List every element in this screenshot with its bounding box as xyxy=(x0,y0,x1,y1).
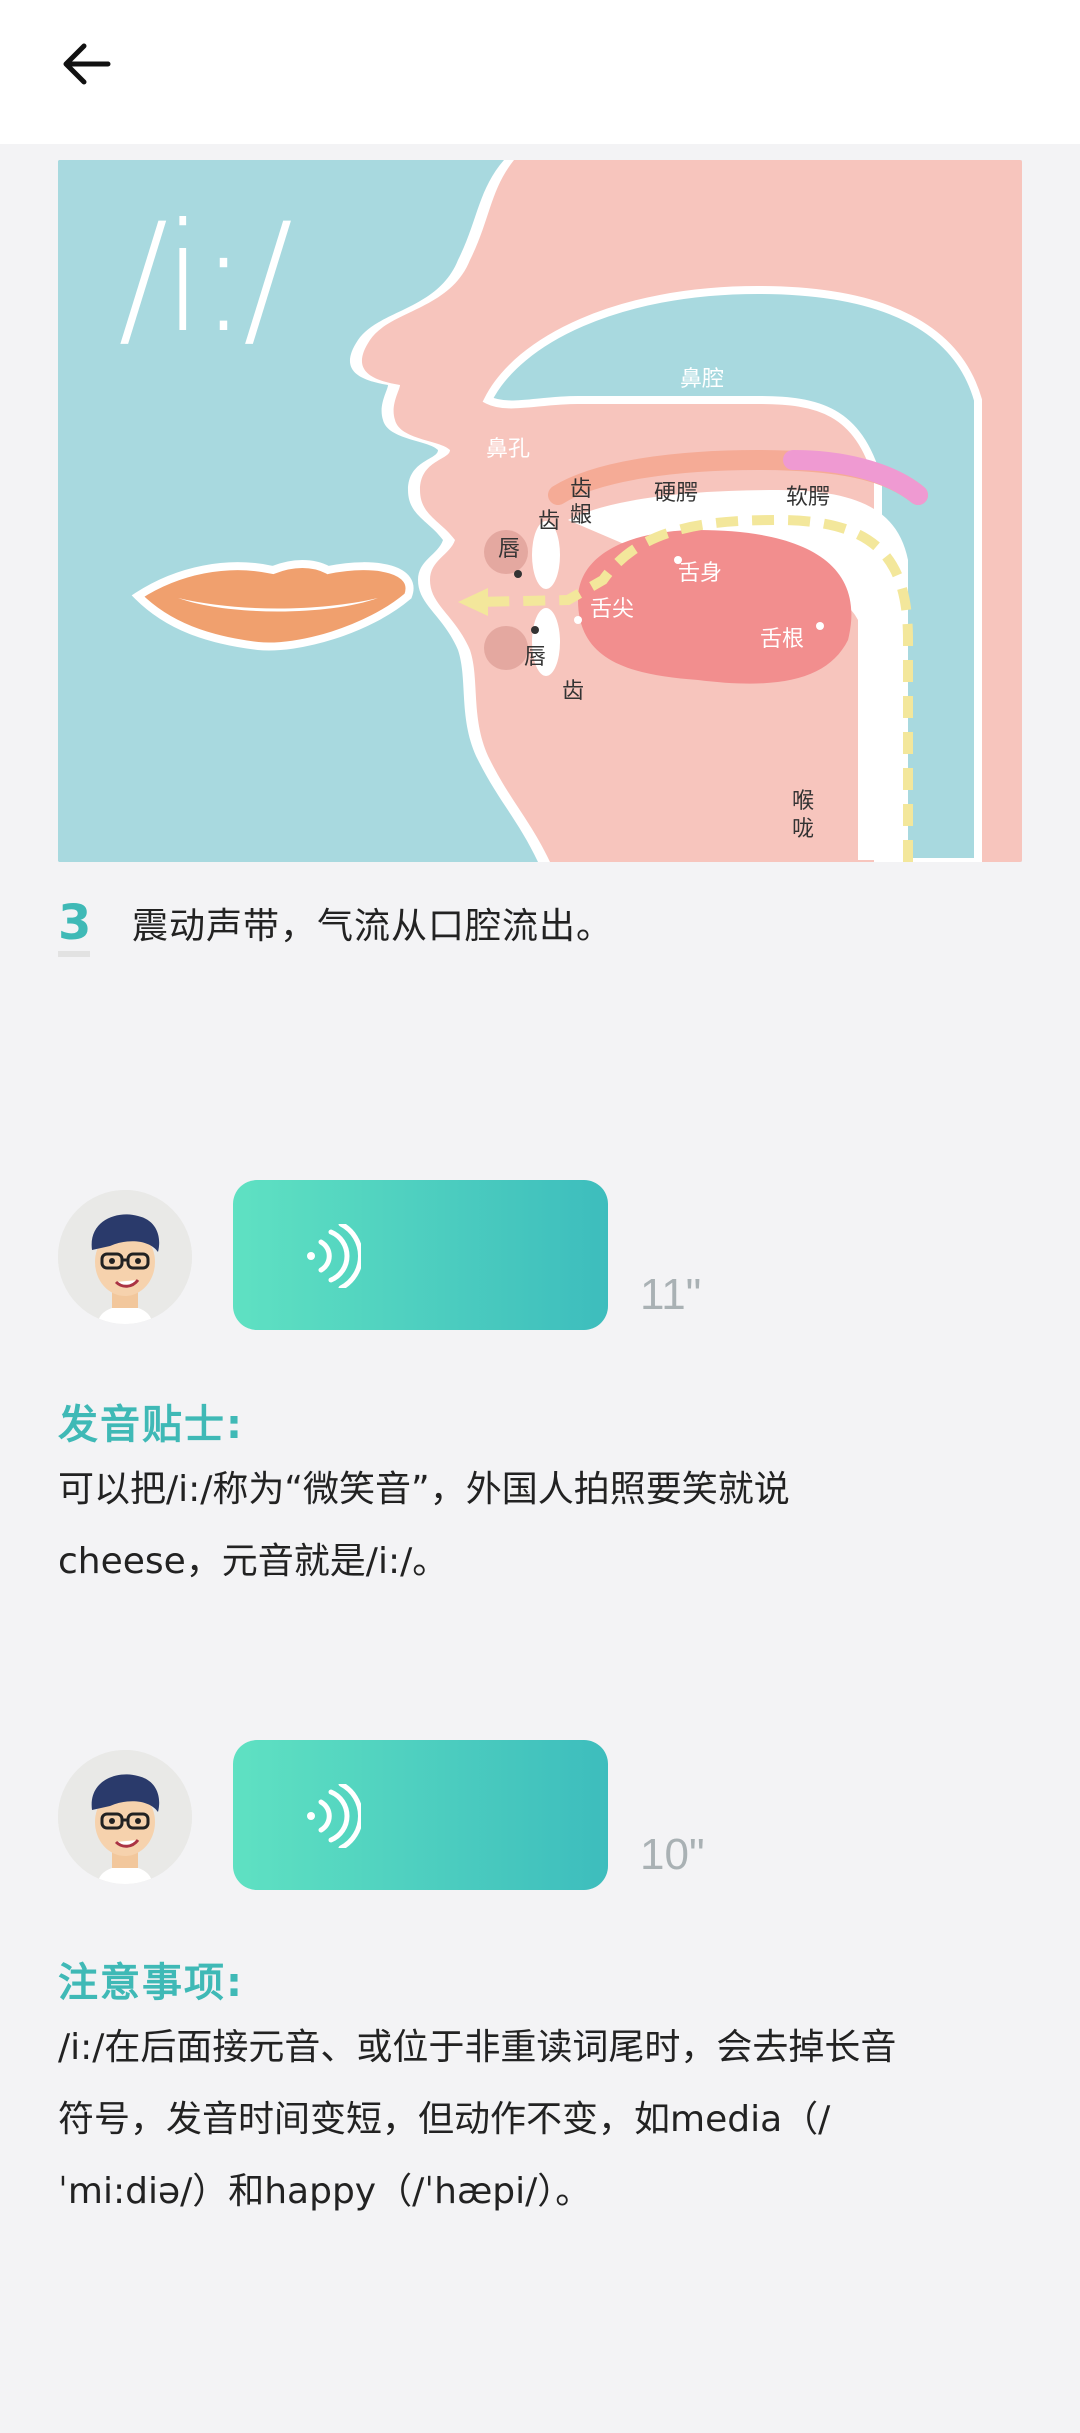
svg-text:唇: 唇 xyxy=(524,645,546,670)
play-audio-button[interactable] xyxy=(233,1180,608,1330)
step-text: 震动声带，气流从口腔流出。 xyxy=(132,906,614,947)
svg-text:鼻腔: 鼻腔 xyxy=(680,367,724,392)
step-instruction: 3 震动声带，气流从口腔流出。 xyxy=(58,893,614,957)
tip-line: 可以把/i:/称为“微笑音”，外国人拍照要笑就说 xyxy=(58,1469,790,1510)
audio-message: 10" xyxy=(58,1740,958,1900)
audio-duration: 10" xyxy=(640,1830,705,1879)
audio-duration: 11" xyxy=(640,1270,702,1319)
tip-line: cheese，元音就是/i:/。 xyxy=(58,1541,449,1582)
svg-text:软腭: 软腭 xyxy=(786,485,830,510)
arrow-left-icon xyxy=(63,43,111,85)
notice-title: 注意事项: xyxy=(58,1960,244,2006)
tip-body: 可以把/i:/称为“微笑音”，外国人拍照要笑就说 cheese，元音就是/i:/… xyxy=(58,1454,1018,1598)
step-number: 3 xyxy=(58,895,132,957)
back-button[interactable] xyxy=(50,28,122,100)
svg-text:咙: 咙 xyxy=(792,817,814,842)
notice-line: /i:/在后面接元音、或位于非重读词尾时，会去掉长音 xyxy=(58,2027,897,2068)
notice-line: 符号，发音时间变短，但动作不变，如media（/ xyxy=(58,2099,831,2140)
svg-text:龈: 龈 xyxy=(570,503,592,528)
play-audio-button[interactable] xyxy=(233,1740,608,1890)
svg-text:/i:/: /i:/ xyxy=(118,192,292,366)
svg-text:齿: 齿 xyxy=(538,509,560,534)
sound-wave-icon xyxy=(307,1784,361,1848)
svg-text:唇: 唇 xyxy=(498,537,520,562)
mouth-diagram: /i:/ 鼻腔 鼻孔 舌身 舌尖 舌根 硬腭 软腭 齿 龈 齿 唇 唇 齿 喉 … xyxy=(58,160,1022,862)
svg-text:齿: 齿 xyxy=(562,679,584,704)
avatar xyxy=(58,1750,192,1884)
notice-line: ˈmi:diə/）和happy（/ˈhæpi/）。 xyxy=(58,2171,592,2212)
svg-text:舌身: 舌身 xyxy=(678,561,722,586)
sound-wave-icon xyxy=(307,1224,361,1288)
notice-body: /i:/在后面接元音、或位于非重读词尾时，会去掉长音 符号，发音时间变短，但动作… xyxy=(58,2012,1018,2228)
svg-text:舌根: 舌根 xyxy=(760,627,804,652)
svg-text:喉: 喉 xyxy=(792,789,814,814)
top-bar xyxy=(0,0,1080,144)
audio-message: 11" xyxy=(58,1180,958,1340)
svg-text:鼻孔: 鼻孔 xyxy=(486,437,530,462)
svg-text:舌尖: 舌尖 xyxy=(590,597,634,622)
avatar xyxy=(58,1190,192,1324)
svg-text:硬腭: 硬腭 xyxy=(654,481,698,506)
svg-text:齿: 齿 xyxy=(570,477,592,502)
tip-title: 发音贴士: xyxy=(58,1402,244,1448)
